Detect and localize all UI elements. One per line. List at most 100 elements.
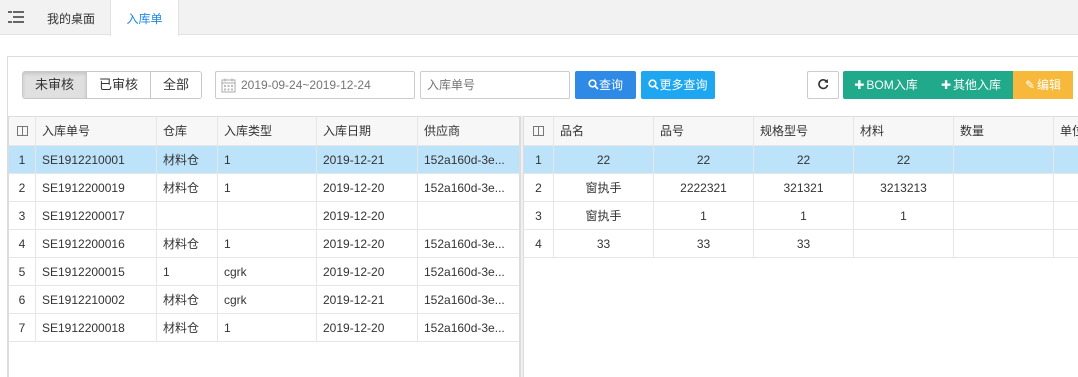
order-no-field[interactable] — [420, 71, 570, 99]
edit-button[interactable]: ✎ 编辑 — [1013, 71, 1073, 99]
table-cell: 2019-12-20 — [317, 258, 418, 285]
table-cell: 1 — [854, 202, 954, 229]
status-audited-button[interactable]: 已审核 — [86, 72, 151, 98]
menu-toggle-icon[interactable] — [8, 10, 24, 24]
table-row[interactable]: 2 SE1912200019 材料仓 1 2019-12-20 152a160d-3e..… — [9, 174, 519, 202]
plus-icon: ✚ — [940, 78, 952, 92]
table-cell: 2019-12-21 — [317, 146, 418, 173]
row-number: 3 — [9, 202, 36, 229]
table-row[interactable]: 4 33 33 33 — [524, 230, 1078, 258]
tab-inbound-order[interactable]: 入库单 — [110, 0, 179, 36]
table-cell: 2019-12-20 — [317, 174, 418, 201]
row-number: 6 — [9, 286, 36, 313]
table-cell: 152a160d-3e... — [424, 153, 505, 167]
table-cell — [1054, 230, 1078, 257]
plus-icon: ✚ — [854, 78, 865, 92]
table-cell: 33 — [754, 230, 854, 257]
more-query-button[interactable]: 更多查询 — [641, 71, 715, 99]
column-header[interactable]: 材料 — [854, 117, 954, 145]
column-header[interactable]: 品名 — [554, 117, 654, 145]
calendar-icon — [221, 78, 236, 93]
table-cell: 22 — [754, 146, 854, 173]
query-label: 查询 — [598, 78, 623, 92]
table-cell: cgrk — [218, 258, 317, 285]
table-row[interactable]: 1 SE1912210001 材料仓 1 2019-12-21 152a160d-3e..… — [9, 146, 519, 174]
status-filter-group: 未审核 已审核 全部 — [22, 71, 203, 99]
refresh-button[interactable] — [807, 71, 839, 99]
search-icon — [588, 79, 599, 90]
status-unaudited-button[interactable]: 未审核 — [23, 72, 87, 98]
table-cell — [1054, 202, 1078, 229]
table-cell: 152a160d-3e... — [424, 293, 505, 307]
table-cell: 321321 — [754, 174, 854, 201]
table-row[interactable]: 3 窗执手 1 1 1 — [524, 202, 1078, 230]
refresh-icon — [818, 79, 829, 90]
table-cell: cgrk — [218, 286, 317, 313]
row-number: 5 — [9, 258, 36, 285]
table-cell: 材料仓 — [157, 230, 218, 257]
table-header: 入库单号 仓库 入库类型 入库日期 供应商 — [9, 117, 519, 146]
table-row[interactable]: 2 窗执手 2222321 321321 3213213 — [524, 174, 1078, 202]
query-button[interactable]: 查询 — [575, 71, 636, 99]
table-row[interactable]: 4 SE1912200016 材料仓 1 2019-12-20 152a160d-3e..… — [9, 230, 519, 258]
inbound-order-table: 入库单号 仓库 入库类型 入库日期 供应商 1 SE1912210001 材料仓 1 2… — [8, 116, 520, 377]
row-number: 1 — [524, 146, 554, 173]
date-range-input[interactable] — [241, 77, 411, 93]
bom-inbound-label: BOM入库 — [866, 78, 918, 92]
more-query-label: 更多查询 — [659, 78, 708, 92]
table-cell: 3213213 — [854, 174, 954, 201]
table-cell: 材料仓 — [157, 174, 218, 201]
table-cell: 材料仓 — [157, 286, 218, 313]
column-header[interactable]: 品号 — [654, 117, 754, 145]
table-cell: 窗执手 — [554, 202, 654, 229]
column-header[interactable]: 入库日期 — [317, 117, 418, 145]
date-range-field[interactable] — [215, 71, 415, 99]
column-header[interactable]: 入库类型 — [218, 117, 317, 145]
table-cell: 1 — [218, 314, 317, 341]
row-number: 1 — [9, 146, 36, 173]
table-cell: 1 — [218, 230, 317, 257]
table-cell: 152a160d-3e... — [424, 321, 505, 335]
table-cell: 152a160d-3e... — [424, 181, 505, 195]
tab-home[interactable]: 我的桌面 — [32, 0, 110, 35]
table-cell: 材料仓 — [157, 314, 218, 341]
table-row[interactable]: 1 22 22 22 22 — [524, 146, 1078, 174]
inbound-detail-table: 品名 品号 规格型号 材料 数量 单位 1222222222窗执手2222321… — [523, 116, 1078, 377]
row-number: 3 — [524, 202, 554, 229]
status-all-button[interactable]: 全部 — [150, 72, 202, 98]
table-row[interactable]: 6 SE1912210002 材料仓 cgrk 2019-12-21 152a160d-3… — [9, 286, 519, 314]
table-cell: SE1912200016 — [36, 230, 157, 257]
table-row[interactable]: 7 SE1912200018 材料仓 1 2019-12-20 152a160d-3e..… — [9, 314, 519, 342]
tab-bar: 我的桌面 入库单 — [0, 0, 1078, 36]
table-cell: 材料仓 — [157, 146, 218, 173]
table-row[interactable]: 3 SE1912200017 2019-12-20 — [9, 202, 519, 230]
table-cell: SE1912200015 — [36, 258, 157, 285]
table-header: 品名 品号 规格型号 材料 数量 单位 — [524, 117, 1078, 146]
table-cell: 22 — [554, 146, 654, 173]
table-cell: SE1912210001 — [36, 146, 157, 173]
table-cell: 152a160d-3e... — [424, 265, 505, 279]
table-cell — [854, 230, 954, 257]
column-header[interactable]: 数量 — [954, 117, 1054, 145]
column-toggle-icon[interactable] — [9, 117, 36, 145]
table-cell: 窗执手 — [554, 174, 654, 201]
other-inbound-label: 其他入库 — [953, 78, 1002, 92]
column-header[interactable]: 单位 — [1054, 117, 1078, 145]
column-header[interactable]: 仓库 — [157, 117, 218, 145]
table-cell — [954, 230, 1054, 257]
table-cell: 1 — [218, 174, 317, 201]
order-no-input[interactable] — [427, 77, 565, 93]
table-cell: 2019-12-20 — [317, 202, 418, 229]
column-header[interactable]: 供应商 — [418, 117, 519, 145]
bom-inbound-button[interactable]: ✚ BOM入库 — [843, 71, 929, 99]
table-cell — [954, 146, 1054, 173]
other-inbound-button[interactable]: ✚ 其他入库 — [929, 71, 1013, 99]
table-row[interactable]: 5 SE1912200015 1 cgrk 2019-12-20 152a160d-3e.… — [9, 258, 519, 286]
row-number: 4 — [524, 230, 554, 257]
column-header[interactable]: 规格型号 — [754, 117, 854, 145]
table-cell — [954, 202, 1054, 229]
search-icon — [648, 79, 660, 90]
column-header[interactable]: 入库单号 — [36, 117, 157, 145]
table-cell: SE1912200018 — [36, 314, 157, 341]
column-toggle-icon[interactable] — [524, 117, 554, 145]
